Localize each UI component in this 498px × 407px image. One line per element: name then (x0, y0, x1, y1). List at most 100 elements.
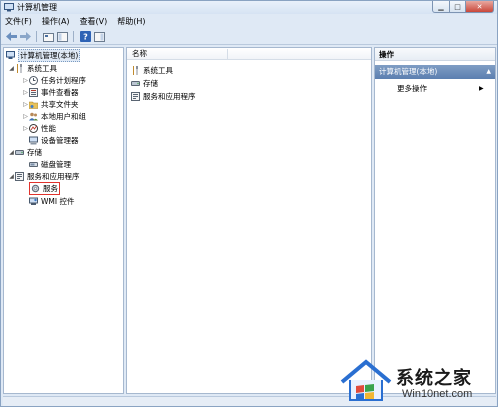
menu-action[interactable]: 操作(A) (42, 16, 70, 27)
tree-label: 本地用户和组 (41, 112, 86, 121)
more-actions-link[interactable]: 更多操作 ▶ (397, 83, 484, 94)
list-item-system-tools[interactable]: 系统工具 (131, 65, 173, 76)
tree-label: 存储 (27, 148, 42, 157)
tree-item-root[interactable]: 计算机管理(本地) (6, 49, 81, 62)
console-tree-icon (56, 31, 68, 42)
column-separator[interactable] (227, 49, 228, 59)
tree-item-services[interactable]: 服务 (29, 182, 60, 195)
services-apps-icon (131, 92, 140, 101)
main-window: 计算机管理 ▁ □ ✕ 文件(F) 操作(A) 查看(V) 帮助(H) ? 计算… (0, 0, 498, 407)
collapse-arrow-icon[interactable]: ◢ (8, 65, 15, 72)
back-arrow-icon (5, 32, 17, 41)
expand-arrow-icon[interactable]: ▷ (22, 125, 29, 132)
window-title: 计算机管理 (17, 3, 57, 12)
tools-icon (15, 64, 24, 73)
help-button[interactable]: ? (79, 31, 91, 43)
storage-icon (15, 148, 24, 157)
svg-text:?: ? (83, 33, 88, 42)
list-item-services-apps[interactable]: 服务和应用程序 (131, 91, 196, 102)
actions-section-label: 计算机管理(本地) (379, 67, 438, 76)
actions-section-computer-management[interactable]: 计算机管理(本地) ▲ (375, 65, 495, 79)
tools-icon (131, 66, 140, 75)
watermark-house-logo (340, 359, 392, 401)
computer-management-icon (6, 51, 15, 60)
tree-item-task-scheduler[interactable]: ▷ 任务计划程序 (22, 75, 86, 86)
storage-icon (131, 79, 140, 88)
expand-arrow-icon[interactable]: ▷ (22, 77, 29, 84)
collapse-up-icon[interactable]: ▲ (486, 65, 491, 79)
list-item-label: 存储 (143, 79, 158, 88)
list-item-storage[interactable]: 存储 (131, 78, 158, 89)
tree-root-label: 计算机管理(本地) (18, 49, 81, 62)
expand-arrow-icon[interactable]: ▷ (22, 113, 29, 120)
computer-management-icon (4, 3, 14, 12)
list-item-label: 系统工具 (143, 66, 173, 75)
title-bar: 计算机管理 ▁ □ ✕ (1, 1, 497, 14)
shared-folder-icon (29, 100, 38, 109)
console-tree-pane: 计算机管理(本地) ◢ 系统工具 ▷ 任务计划程序 ▷ 事件查看器 ▷ 共享文件… (3, 47, 124, 394)
tree-item-performance[interactable]: ▷ 性能 (22, 123, 56, 134)
menu-view[interactable]: 查看(V) (80, 16, 108, 27)
tree-item-event-viewer[interactable]: ▷ 事件查看器 (22, 87, 79, 98)
actions-header: 操作 (375, 48, 495, 61)
collapse-arrow-icon[interactable]: ◢ (8, 149, 15, 156)
show-hide-tree-button[interactable] (56, 31, 68, 43)
toolbar: ? (1, 29, 497, 45)
more-actions-label: 更多操作 (397, 84, 427, 93)
window-controls: ▁ □ ✕ (432, 1, 494, 13)
submenu-arrow-icon: ▶ (479, 85, 484, 92)
column-name-label: 名称 (132, 49, 147, 58)
actions-pane: 操作 计算机管理(本地) ▲ 更多操作 ▶ (374, 47, 496, 394)
tree-item-local-users[interactable]: ▷ 本地用户和组 (22, 111, 86, 122)
services-apps-icon (15, 172, 24, 181)
tree-label: 服务 (43, 184, 58, 193)
performance-icon (29, 124, 38, 133)
tree-item-device-manager[interactable]: 设备管理器 (29, 135, 79, 146)
collapse-arrow-icon[interactable]: ◢ (8, 173, 15, 180)
expand-arrow-icon[interactable]: ▷ (22, 89, 29, 96)
tree-label: 共享文件夹 (41, 100, 79, 109)
tree-item-services-apps[interactable]: ◢ 服务和应用程序 (8, 171, 80, 182)
menu-help[interactable]: 帮助(H) (117, 16, 145, 27)
minimize-button[interactable]: ▁ (432, 1, 450, 13)
column-header-name[interactable]: 名称 (127, 48, 371, 60)
menu-file[interactable]: 文件(F) (5, 16, 32, 27)
tree-label: WMI 控件 (41, 197, 75, 206)
up-level-button[interactable] (42, 31, 54, 43)
list-item-label: 服务和应用程序 (143, 92, 196, 101)
maximize-icon: □ (454, 2, 461, 11)
close-icon: ✕ (476, 2, 483, 11)
watermark-title: 系统之家 (396, 368, 472, 389)
clock-icon (29, 76, 38, 85)
tree-label: 设备管理器 (41, 136, 79, 145)
users-icon (29, 112, 38, 121)
expand-arrow-icon[interactable]: ▷ (22, 101, 29, 108)
menu-bar: 文件(F) 操作(A) 查看(V) 帮助(H) (1, 15, 497, 28)
tree-label: 系统工具 (27, 64, 57, 73)
services-gear-icon (31, 184, 40, 193)
device-manager-icon (29, 136, 38, 145)
disk-icon (29, 160, 38, 169)
tree-label: 任务计划程序 (41, 76, 86, 85)
tree-item-disk-management[interactable]: 磁盘管理 (29, 159, 71, 170)
tree-item-wmi[interactable]: WMI 控件 (29, 196, 74, 207)
tree-item-shared-folders[interactable]: ▷ 共享文件夹 (22, 99, 79, 110)
tree-label: 事件查看器 (41, 88, 79, 97)
site-watermark: 系统之家 Win10net.com (338, 356, 498, 406)
watermark-subtitle: Win10net.com (402, 388, 473, 400)
minimize-icon: ▁ (438, 2, 444, 11)
maximize-button[interactable]: □ (450, 1, 466, 13)
tree-item-storage[interactable]: ◢ 存储 (8, 147, 42, 158)
show-hide-action-pane-button[interactable] (93, 31, 105, 43)
tree-label: 磁盘管理 (41, 160, 71, 169)
close-button[interactable]: ✕ (466, 1, 494, 13)
action-pane-icon (93, 31, 105, 42)
back-button[interactable] (5, 31, 17, 43)
tree-item-system-tools[interactable]: ◢ 系统工具 (8, 63, 57, 74)
tree-label: 服务和应用程序 (27, 172, 80, 181)
folder-up-icon (42, 32, 54, 42)
services-highlight: 服务 (29, 182, 60, 195)
toolbar-separator (36, 31, 37, 42)
forward-button[interactable] (19, 31, 31, 43)
wmi-icon (29, 197, 38, 206)
